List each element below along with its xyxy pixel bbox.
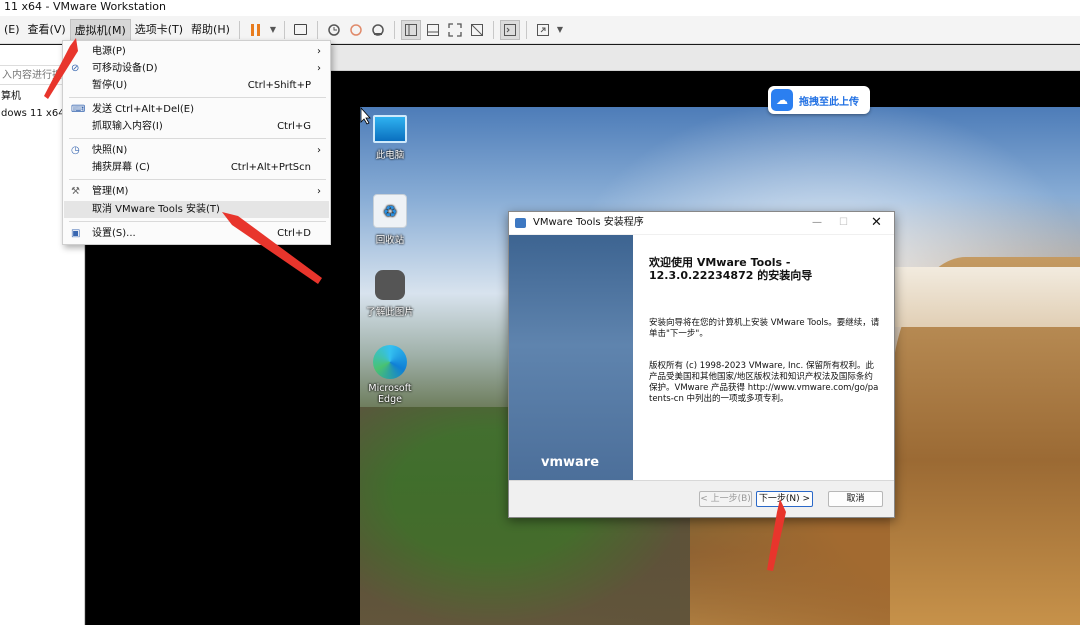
annotation-layer xyxy=(44,38,786,571)
annotation-arrow-menu xyxy=(44,38,78,99)
annotation-arrow-next xyxy=(767,499,786,571)
watermark: 大数跨境 xyxy=(8,594,84,615)
mouse-cursor-icon xyxy=(360,106,371,125)
annotation-arrow-cancel-tools xyxy=(222,212,322,284)
